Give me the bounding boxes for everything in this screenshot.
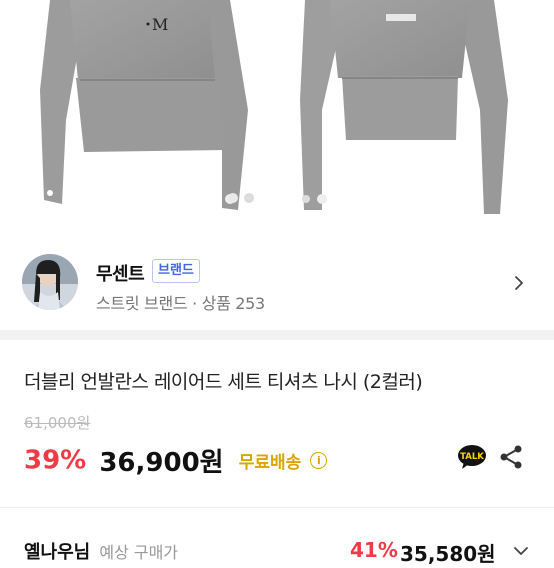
sale-price: 36,900원 — [99, 448, 224, 478]
brand-badge: 브랜드 — [152, 259, 200, 283]
product-image-carousel[interactable]: M — [0, 0, 554, 232]
section-divider — [0, 507, 554, 508]
shirt-logo: M — [152, 15, 168, 34]
kakaotalk-icon[interactable]: TALK — [457, 444, 487, 470]
product-title: 더블리 언발란스 레이어드 세트 티셔츠 나시 (2컬러) — [24, 371, 423, 393]
price-row: 39% 36,900원 무료배송 i — [24, 442, 328, 478]
original-price: 61,000원 — [24, 414, 91, 432]
chevron-right-icon[interactable] — [510, 274, 528, 292]
carousel-indicator — [0, 193, 554, 205]
member-price: 35,580원 — [400, 542, 496, 566]
seller-meta: 스트릿 브랜드 · 상품 253 — [96, 294, 265, 313]
front-shirt: M — [40, 0, 248, 210]
shirt-label — [386, 14, 416, 21]
back-shirt — [300, 0, 508, 214]
section-divider — [0, 330, 554, 340]
share-icon[interactable] — [498, 444, 524, 470]
info-icon[interactable]: i — [310, 452, 328, 469]
member-price-row[interactable]: 옐나우님 예상 구매가 41% 35,580원 — [24, 538, 534, 568]
seller-row[interactable]: 무센트 브랜드 스트릿 브랜드 · 상품 253 — [0, 240, 554, 330]
member-price-label: 예상 구매가 — [99, 543, 179, 562]
member-name: 옐나우님 — [24, 542, 91, 563]
chevron-down-icon[interactable] — [512, 542, 530, 560]
member-discount-rate: 41% — [350, 538, 398, 562]
carousel-dot[interactable] — [244, 193, 254, 203]
discount-rate: 39% — [24, 445, 87, 476]
talk-text: TALK — [460, 452, 484, 462]
seller-avatar[interactable] — [22, 254, 78, 310]
seller-name[interactable]: 무센트 — [96, 260, 145, 286]
carousel-dot[interactable] — [228, 193, 238, 203]
free-shipping-label: 무료배송 — [238, 453, 302, 473]
